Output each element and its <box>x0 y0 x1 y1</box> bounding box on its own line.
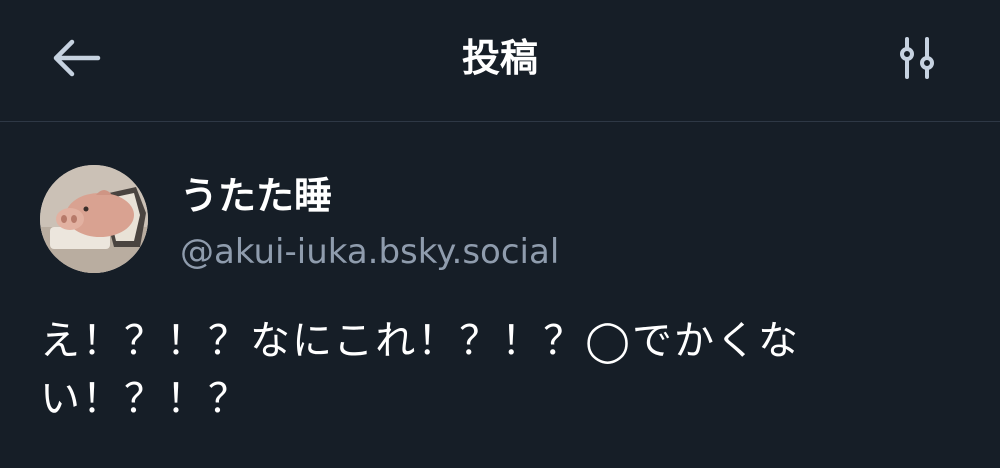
plush-pig-avatar <box>40 165 148 273</box>
post-screen: 投稿 うたた睡 @akui-iuka.bsky.social え！？！？なにこれ… <box>0 0 1000 468</box>
display-name[interactable]: うたた睡 <box>180 171 332 221</box>
avatar[interactable] <box>40 165 148 273</box>
top-bar: 投稿 <box>0 0 1000 122</box>
sliders-icon <box>900 37 934 79</box>
filter-button[interactable] <box>882 26 952 90</box>
post-author: うたた睡 @akui-iuka.bsky.social <box>40 165 970 275</box>
post-text: え！？！？なにこれ！？！？◯でかくない！？！？ <box>40 318 800 422</box>
author-handle[interactable]: @akui-iuka.bsky.social <box>180 229 559 275</box>
page-title: 投稿 <box>461 36 538 80</box>
